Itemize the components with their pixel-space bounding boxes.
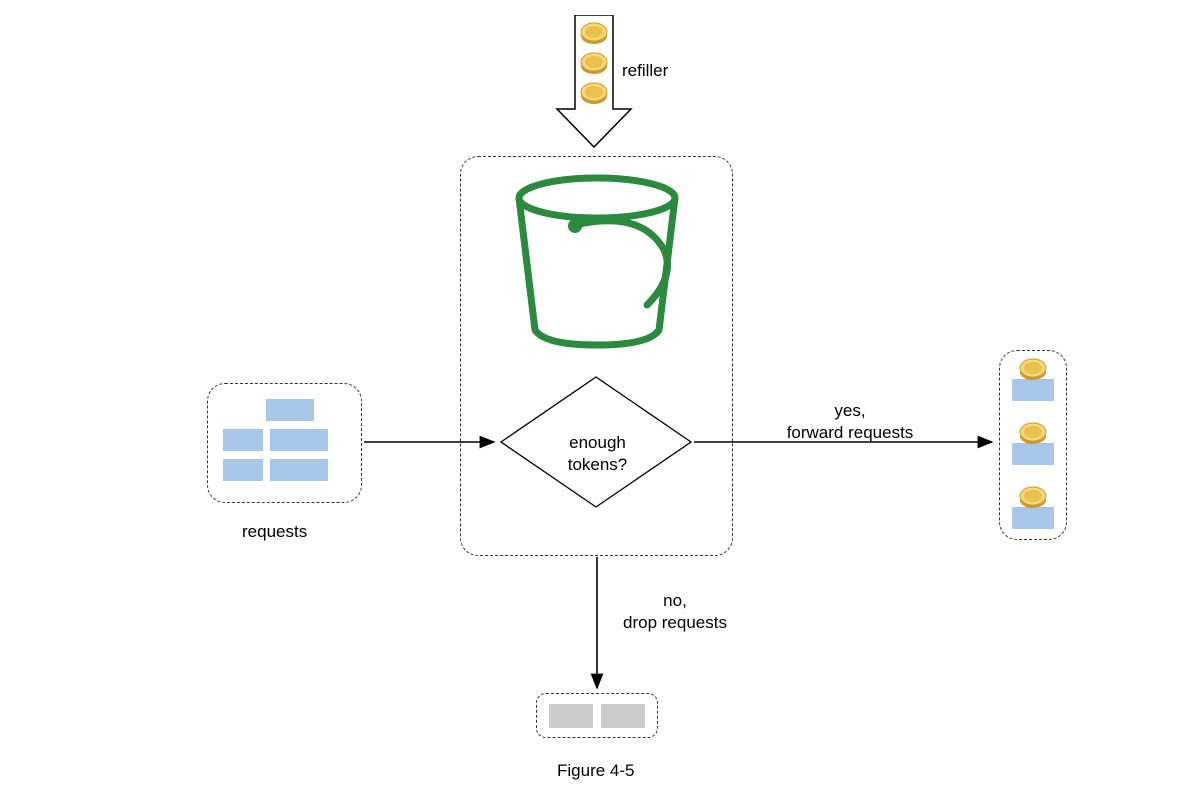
no-text: no,	[663, 591, 687, 610]
token-icon	[1019, 356, 1049, 384]
request-block	[223, 459, 263, 481]
token-icon	[1019, 484, 1049, 512]
decision-label: enough tokens?	[540, 432, 655, 476]
requests-label: requests	[242, 521, 307, 543]
request-block	[270, 429, 328, 451]
dropped-block	[549, 704, 593, 728]
drop-text: drop requests	[623, 613, 727, 632]
forward-text: forward requests	[787, 423, 914, 442]
no-label: no, drop requests	[610, 590, 740, 634]
request-block	[266, 399, 314, 421]
figure-caption: Figure 4-5	[557, 760, 634, 782]
requests-container	[207, 383, 362, 503]
yes-label: yes, forward requests	[770, 400, 930, 444]
refiller-coins	[580, 20, 610, 120]
yes-text: yes,	[834, 401, 865, 420]
refiller-label: refiller	[622, 60, 668, 82]
bucket-icon	[505, 170, 690, 350]
dropped-container	[536, 693, 658, 738]
dropped-block	[601, 704, 645, 728]
token-icon	[1019, 420, 1049, 448]
token-bucket-diagram: refiller enough tokens? requests	[0, 0, 1200, 809]
request-block	[270, 459, 328, 481]
request-block	[223, 429, 263, 451]
